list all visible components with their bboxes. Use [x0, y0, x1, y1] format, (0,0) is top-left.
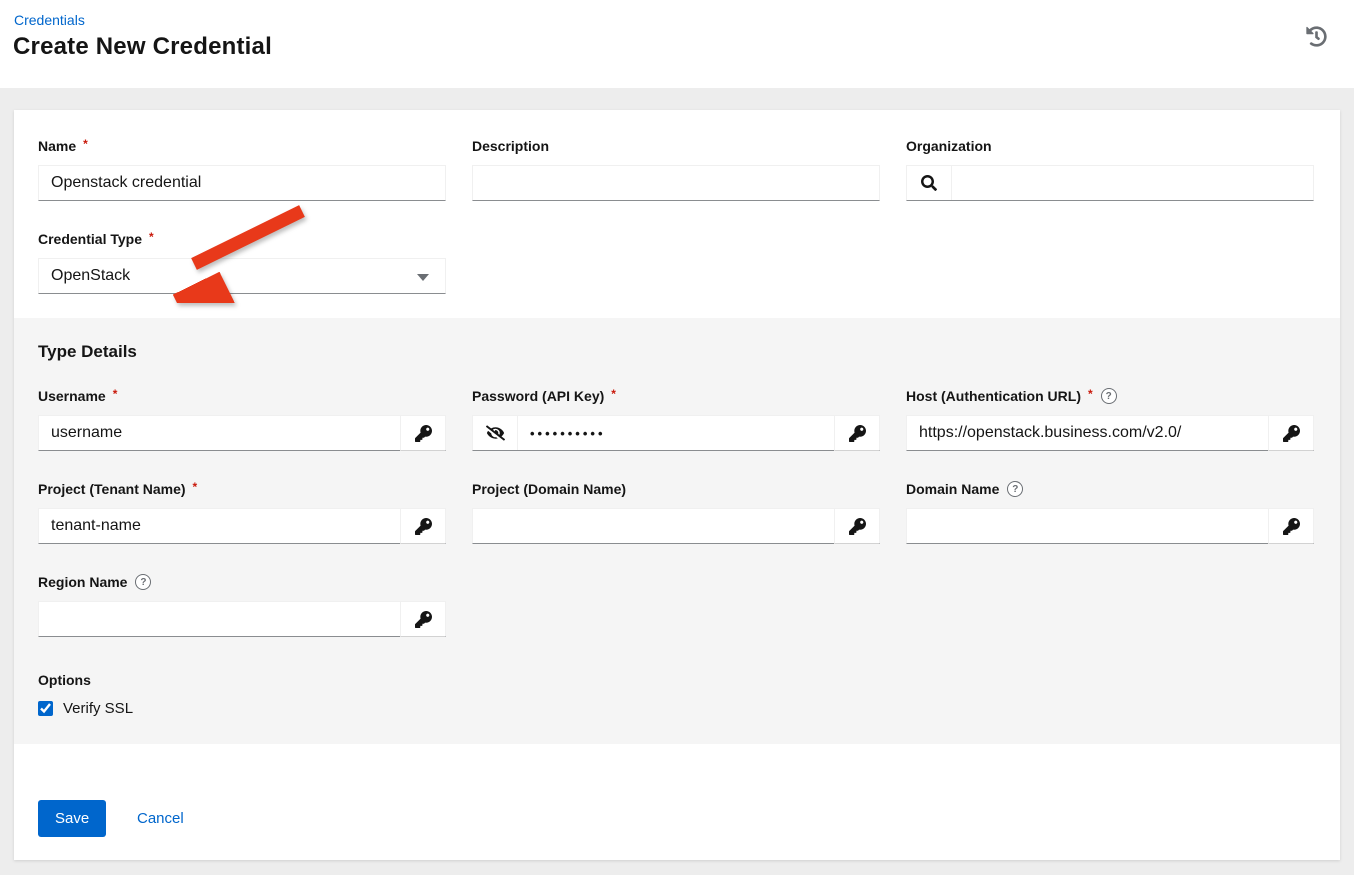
type-details-heading: Type Details [38, 342, 137, 362]
project-domain-label: Project (Domain Name) [472, 481, 626, 497]
region-name-secret-button[interactable] [400, 602, 445, 637]
required-asterisk: * [113, 387, 118, 401]
username-field: Username * [38, 388, 446, 451]
verify-ssl-label: Verify SSL [63, 700, 133, 717]
password-visibility-button[interactable] [473, 416, 518, 450]
host-label: Host (Authentication URL) [906, 388, 1081, 404]
credential-type-field: Credential Type * OpenStack [38, 231, 446, 294]
project-tenant-input[interactable] [39, 509, 400, 543]
key-icon [849, 425, 866, 442]
password-masked-value[interactable]: •••••••••• [518, 416, 834, 450]
organization-field: Organization [906, 138, 1314, 201]
search-icon [921, 175, 937, 191]
credential-type-value: OpenStack [51, 267, 130, 285]
organization-input[interactable] [952, 166, 1313, 200]
breadcrumb-credentials[interactable]: Credentials [14, 12, 85, 28]
domain-name-field: Domain Name ? [906, 481, 1314, 544]
page-header: Credentials Create New Credential [0, 0, 1354, 88]
username-secret-button[interactable] [400, 416, 445, 451]
description-label: Description [472, 138, 549, 154]
required-asterisk: * [611, 387, 616, 401]
verify-ssl-checkbox[interactable] [38, 701, 53, 716]
project-tenant-label: Project (Tenant Name) [38, 481, 186, 497]
cancel-button[interactable]: Cancel [137, 800, 184, 837]
project-tenant-field: Project (Tenant Name) * [38, 481, 446, 544]
key-icon [1283, 425, 1300, 442]
organization-search-button[interactable] [907, 166, 952, 200]
organization-label: Organization [906, 138, 992, 154]
required-asterisk: * [83, 137, 88, 151]
password-secret-button[interactable] [834, 416, 879, 451]
key-icon [849, 518, 866, 535]
verify-ssl-option[interactable]: Verify SSL [38, 700, 133, 717]
description-input[interactable] [473, 166, 879, 200]
name-label: Name [38, 138, 76, 154]
host-input[interactable] [907, 416, 1268, 450]
name-field: Name * [38, 138, 446, 201]
domain-name-input[interactable] [907, 509, 1268, 543]
username-input[interactable] [39, 416, 400, 450]
required-asterisk: * [193, 480, 198, 494]
region-name-field: Region Name ? [38, 574, 446, 637]
key-icon [1283, 518, 1300, 535]
type-details-section: Type Details Username * Password (API Ke… [14, 318, 1340, 744]
credential-form-card: Name * Description Organization Credenti… [14, 110, 1340, 860]
project-domain-field: Project (Domain Name) [472, 481, 880, 544]
credential-type-label: Credential Type [38, 231, 142, 247]
required-asterisk: * [149, 230, 154, 244]
domain-name-label: Domain Name [906, 481, 999, 497]
history-button[interactable] [1302, 22, 1330, 50]
username-label: Username [38, 388, 106, 404]
eye-slash-icon [486, 425, 505, 441]
help-icon[interactable]: ? [135, 574, 151, 590]
page-title: Create New Credential [13, 33, 272, 61]
help-icon[interactable]: ? [1101, 388, 1117, 404]
credential-type-select[interactable]: OpenStack [38, 258, 446, 294]
project-tenant-secret-button[interactable] [400, 509, 445, 544]
key-icon [415, 518, 432, 535]
required-asterisk: * [1088, 387, 1093, 401]
save-button[interactable]: Save [38, 800, 106, 837]
options-label: Options [38, 672, 91, 688]
project-domain-input[interactable] [473, 509, 834, 543]
region-name-label: Region Name [38, 574, 127, 590]
host-field: Host (Authentication URL) * ? [906, 388, 1314, 451]
caret-down-icon [417, 274, 429, 281]
password-label: Password (API Key) [472, 388, 604, 404]
description-field: Description [472, 138, 880, 201]
domain-name-secret-button[interactable] [1268, 509, 1313, 544]
region-name-input[interactable] [39, 602, 400, 636]
help-icon[interactable]: ? [1007, 481, 1023, 497]
history-icon [1306, 26, 1327, 47]
project-domain-secret-button[interactable] [834, 509, 879, 544]
host-secret-button[interactable] [1268, 416, 1313, 451]
key-icon [415, 611, 432, 628]
password-field: Password (API Key) * •••••••••• [472, 388, 880, 451]
key-icon [415, 425, 432, 442]
name-input[interactable] [39, 166, 445, 200]
